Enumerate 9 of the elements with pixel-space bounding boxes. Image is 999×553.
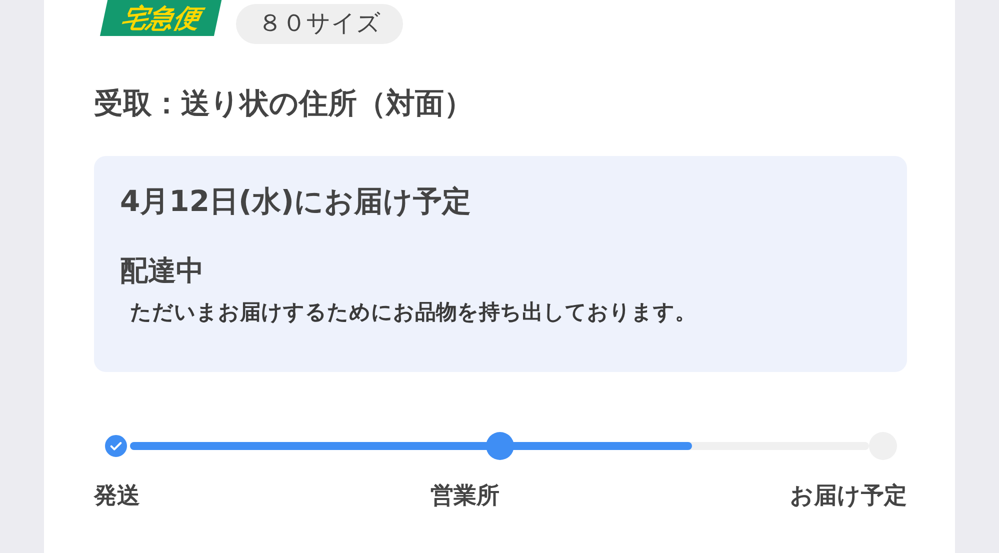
step-label: 発送 [94, 482, 140, 511]
carrier-logo: 宅急便 [100, 0, 222, 36]
receipt-text: 受取：送り状の住所（対面） [94, 85, 474, 122]
size-badge: ８０サイズ [236, 4, 403, 44]
delivery-date: 4月12日(水)にお届け予定 [120, 183, 472, 220]
delivery-status: 配達中 [120, 253, 205, 289]
status-message: ただいまお届けするためにお品物を持ち出しております。 [130, 299, 697, 326]
step-label: お届け予定 [790, 482, 907, 511]
step-label: 営業所 [430, 482, 500, 511]
